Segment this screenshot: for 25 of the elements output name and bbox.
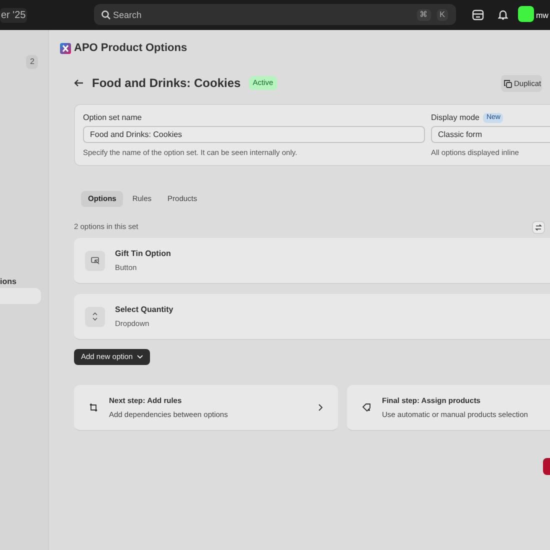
reorder-button[interactable] bbox=[532, 220, 545, 234]
user-avatar[interactable] bbox=[518, 6, 534, 22]
sidebar-item[interactable]: ions bbox=[0, 274, 41, 290]
app-logo-icon bbox=[60, 42, 71, 54]
app-title: APO Product Options bbox=[74, 41, 188, 56]
display-mode-select[interactable]: Classic form bbox=[431, 126, 550, 143]
bell-icon[interactable] bbox=[498, 9, 508, 20]
option-name: Select Quantity bbox=[115, 304, 174, 316]
chevron-down-icon bbox=[136, 355, 143, 359]
sidebar-label: er '25 bbox=[0, 8, 27, 23]
copy-icon bbox=[504, 80, 512, 88]
chevron-up-down-icon bbox=[92, 312, 98, 321]
field-label: Display mode bbox=[431, 112, 480, 124]
cursor-click-icon bbox=[90, 256, 100, 264]
user-name: mw bbox=[536, 10, 548, 22]
name-input[interactable]: Food and Drinks: Cookies bbox=[83, 126, 425, 143]
back-arrow-icon[interactable] bbox=[74, 79, 84, 87]
tag-icon bbox=[362, 403, 371, 412]
option-name: Gift Tin Option bbox=[115, 248, 171, 260]
page-title: Food and Drinks: Cookies bbox=[92, 75, 241, 92]
chevron-right-icon bbox=[318, 404, 323, 411]
field-label: Option set name bbox=[83, 113, 143, 123]
swap-icon bbox=[535, 224, 542, 230]
search-icon bbox=[101, 10, 111, 20]
count-badge: 2 bbox=[26, 55, 38, 69]
